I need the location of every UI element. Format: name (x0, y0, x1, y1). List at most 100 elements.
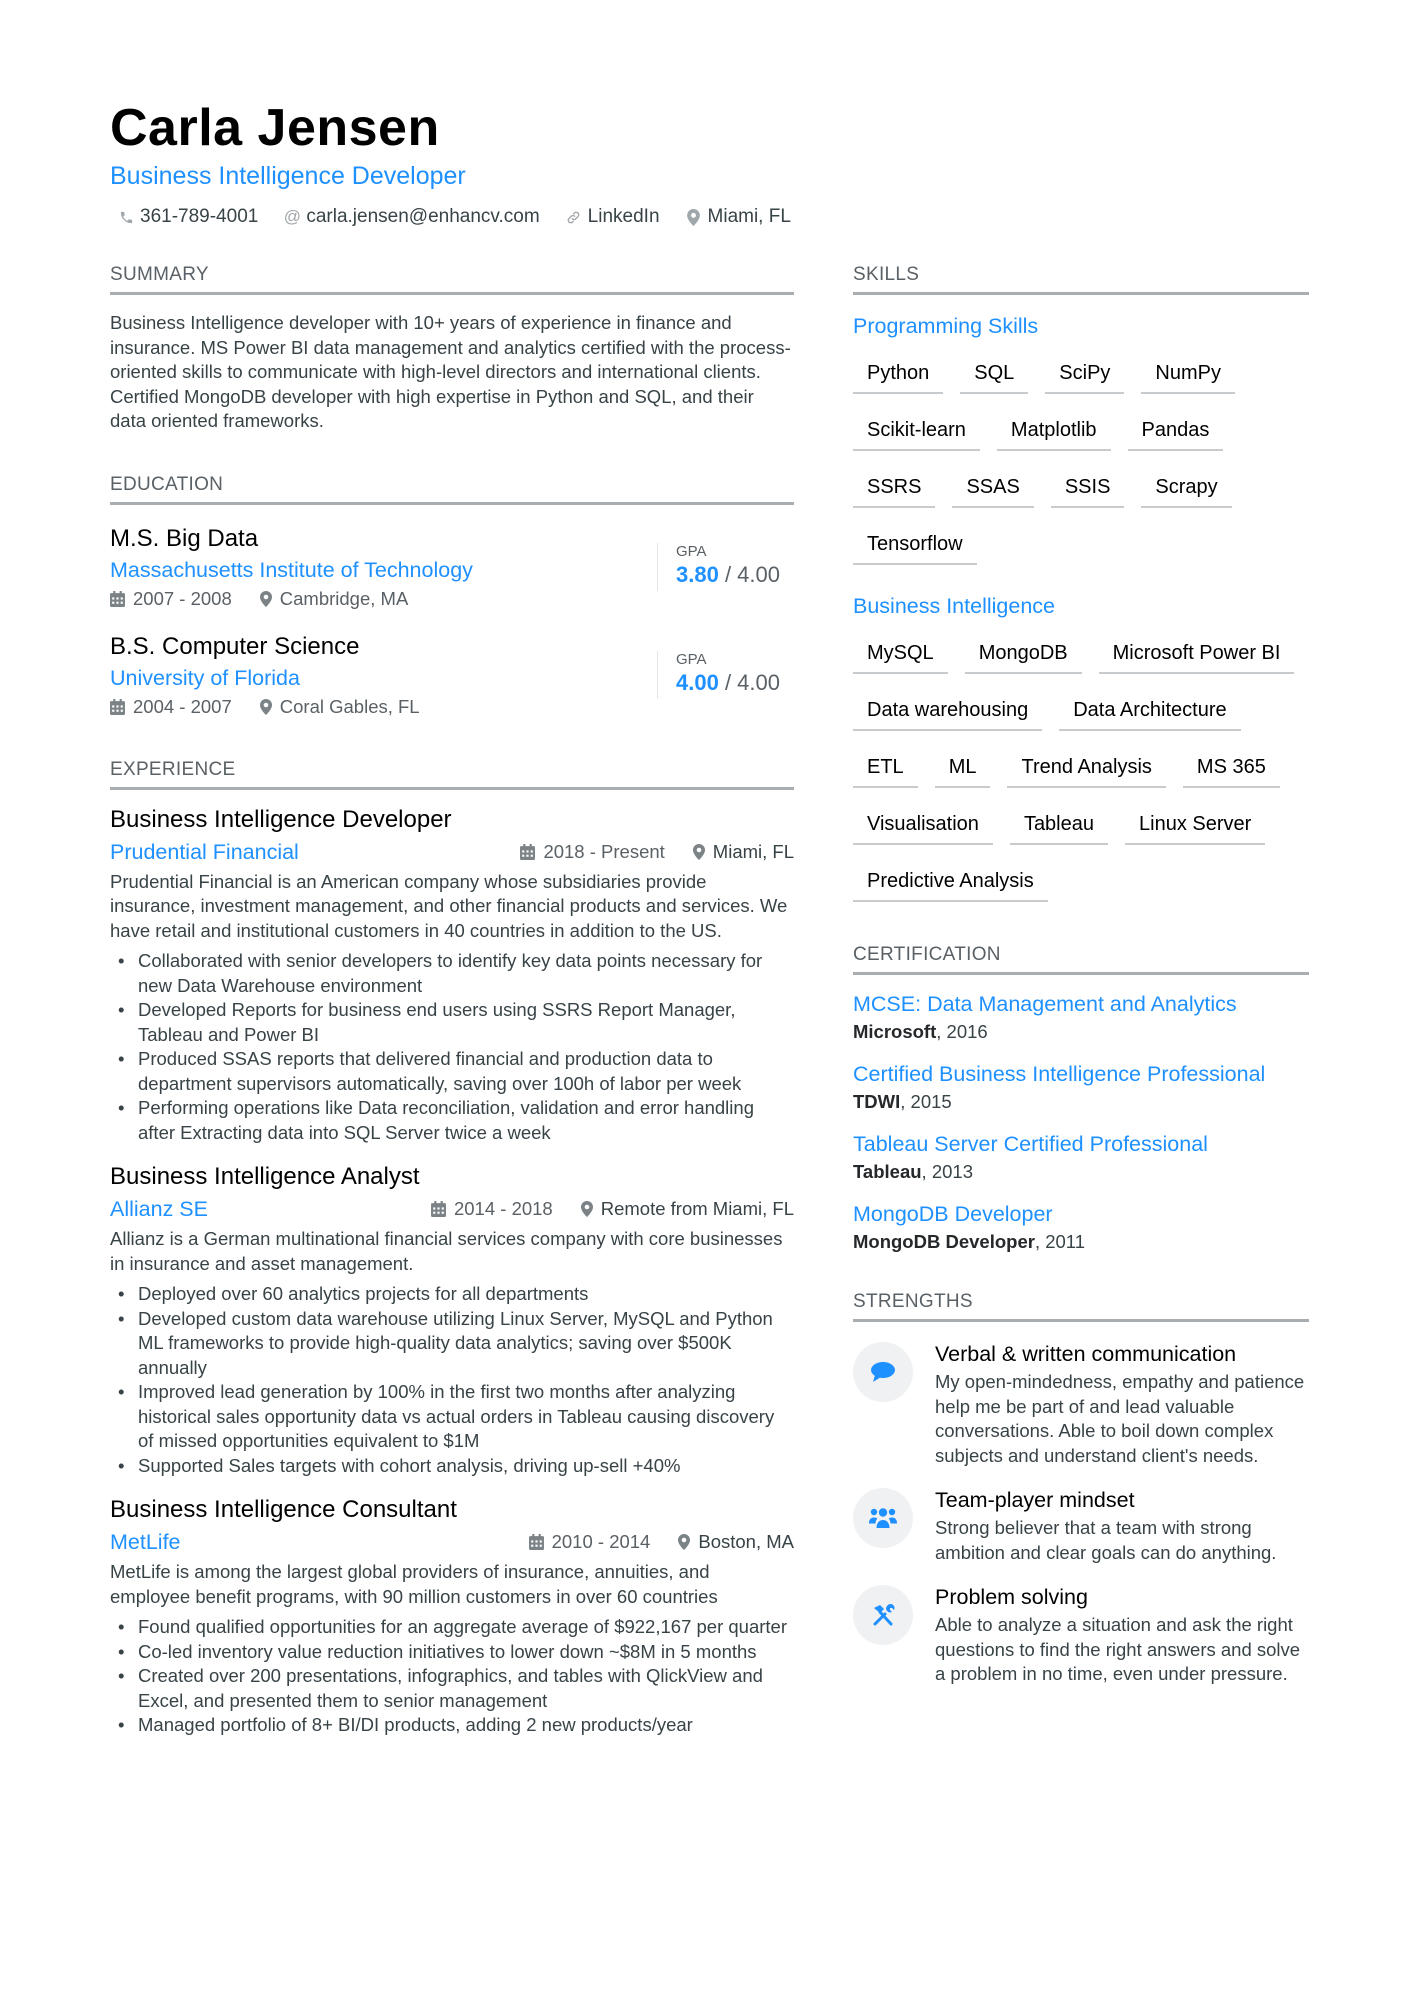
certification-item: Tableau Server Certified Professional Tab… (853, 1129, 1309, 1185)
experience-row: Prudential Financial 2018 - Present Miami,… (110, 836, 794, 868)
experience-section: EXPERIENCE Business Intelligence Develop… (110, 757, 794, 1738)
gpa-value: 4.00 / 4.00 (676, 669, 794, 697)
job-title: Business Intelligence Consultant (110, 1496, 457, 1523)
calendar-icon (110, 698, 125, 715)
section-divider (110, 501, 794, 505)
contact-phone-text: 361-789-4001 (140, 206, 259, 227)
experience-list: Business Intelligence Developer Prudentia… (110, 804, 794, 1738)
gpa-max: / 4.00 (718, 561, 780, 587)
experience-meta: 2010 - 2014 Boston, MA (528, 1531, 794, 1553)
location-icon (259, 698, 272, 715)
gpa-max: / 4.00 (718, 669, 780, 695)
certification-name: Tableau Server Certified Professional (853, 1132, 1208, 1156)
gpa-block: GPA 3.80 / 4.00 (657, 542, 794, 591)
calendar-icon (431, 1201, 446, 1217)
achievement-item: Produced SSAS reports that delivered fin… (110, 1047, 794, 1096)
skill-tag: MySQL (853, 639, 948, 674)
strength-description: Strong believer that a team with strong … (935, 1517, 1277, 1563)
skill-tag: MongoDB (964, 639, 1082, 674)
experience-row: MetLife 2010 - 2014 Boston, MA (110, 1526, 794, 1558)
skill-tag: Scikit-learn (853, 416, 980, 451)
education-dates: 2004 - 2007 (110, 693, 232, 721)
skill-tags: Python SQL SciPy NumPy Scikit-learn Matplotli… (853, 359, 1309, 565)
location-text: Boston, MA (698, 1531, 794, 1552)
skill-tag: SQL (960, 359, 1029, 394)
skill-tag: NumPy (1141, 359, 1235, 394)
skill-tag: SSIS (1050, 473, 1125, 508)
certification-section: CERTIFICATION MCSE: Data Management and … (853, 942, 1309, 1255)
education-section: EDUCATION M.S. Big Data Massachusetts In… (110, 472, 794, 721)
achievement-item: Performing operations like Data reconcil… (110, 1096, 794, 1145)
strength-title: Verbal & written communication (935, 1342, 1237, 1366)
achievement-item: Found qualified opportunities for an agg… (110, 1615, 794, 1640)
achievement-item: Deployed over 60 analytics projects for … (110, 1282, 794, 1307)
job-title: Business Intelligence Analyst (110, 1163, 420, 1190)
achievement-item: Co-led inventory value reduction initiat… (110, 1640, 794, 1665)
achievement-item: Managed portfolio of 8+ BI/DI products, … (110, 1713, 794, 1738)
location-icon (692, 843, 705, 860)
achievement-list: Deployed over 60 analytics projects for … (110, 1282, 794, 1478)
skill-tag: SSAS (952, 473, 1034, 508)
experience-dates: 2010 - 2014 (528, 1531, 651, 1553)
contact-list: 361-789-4001 @ carla.jensen@enhancv.com … (110, 206, 1310, 228)
summary-section: SUMMARY Business Intelligence developer … (110, 262, 794, 434)
gpa-label: GPA (676, 542, 707, 560)
experience-item: Business Intelligence Developer Prudentia… (110, 804, 794, 1146)
skills-section: SKILLS Programming Skills Python SQL SciPy N… (853, 262, 1309, 902)
experience-item: Business Intelligence Analyst Allianz SE 2… (110, 1161, 794, 1478)
strengths-list: Verbal & written communication My open-mi… (853, 1340, 1309, 1687)
certification-issuer: Tableau, 2013 (853, 1159, 1309, 1185)
summary-text: Business Intelligence developer with 10+… (110, 312, 791, 431)
skill-tag: Data warehousing (853, 696, 1043, 731)
location-text: Remote from Miami, FL (600, 1198, 794, 1219)
contact-linkedin[interactable]: LinkedIn (566, 206, 660, 228)
strength-item: Problem solving Able to analyze a situati… (853, 1583, 1309, 1687)
resume-page: Carla Jensen Business Intelligence Devel… (0, 0, 1410, 1995)
skill-tag: Python (853, 359, 944, 394)
experience-dates: 2018 - Present (520, 840, 665, 863)
skill-group-title: Programming Skills (853, 314, 1039, 338)
contact-location-text: Miami, FL (707, 206, 791, 227)
experience-location: Boston, MA (678, 1531, 794, 1553)
experience-meta: 2014 - 2018 Remote from Miami, FL (431, 1198, 794, 1220)
certification-list: MCSE: Data Management and Analytics Micro… (853, 989, 1309, 1255)
gpa-block: GPA 4.00 / 4.00 (657, 650, 794, 699)
location-icon (686, 208, 702, 226)
company-name: MetLife (110, 1530, 181, 1554)
speech-bubble-icon (853, 1342, 913, 1402)
dates-text: 2018 - Present (543, 840, 665, 862)
strength-description: Able to analyze a situation and ask the … (935, 1614, 1301, 1684)
skill-tag: Scrapy (1141, 473, 1232, 508)
location-icon (678, 1534, 691, 1550)
experience-item: Business Intelligence Consultant MetLife 2… (110, 1494, 794, 1738)
strength-body: Team-player mindset Strong believer that … (935, 1486, 1309, 1565)
strength-title: Team-player mindset (935, 1488, 1135, 1512)
achievement-item: Developed Reports for business end users… (110, 998, 794, 1047)
certification-year: , 2015 (900, 1091, 952, 1112)
company-name: Prudential Financial (110, 839, 299, 864)
job-title: Business Intelligence Developer (110, 805, 452, 833)
link-icon (566, 210, 582, 225)
dates-text: 2004 - 2007 (133, 695, 232, 717)
experience-row: Allianz SE 2014 - 2018 Remote from Miami, … (110, 1193, 794, 1225)
phone-icon (118, 210, 134, 225)
gpa-score: 3.80 (676, 561, 719, 587)
skill-tag: Trend Analysis (1007, 753, 1166, 788)
certification-issuer: TDWI, 2015 (853, 1089, 1309, 1115)
experience-heading: EXPERIENCE (110, 758, 236, 780)
location-text: Cambridge, MA (279, 587, 409, 609)
certification-item: MCSE: Data Management and Analytics Micro… (853, 989, 1309, 1045)
strength-description: My open-mindedness, empathy and patience… (935, 1371, 1305, 1466)
right-column: SKILLS Programming Skills Python SQL SciPy N… (853, 262, 1309, 1723)
certification-year: , 2016 (936, 1021, 988, 1042)
certification-name: MongoDB Developer (853, 1202, 1053, 1226)
contact-phone[interactable]: 361-789-4001 (118, 206, 258, 228)
achievement-item: Developed custom data warehouse utilizin… (110, 1307, 794, 1381)
education-heading: EDUCATION (110, 473, 224, 495)
contact-email[interactable]: @ carla.jensen@enhancv.com (284, 206, 540, 228)
issuer-name: Microsoft (853, 1021, 937, 1042)
strength-item: Team-player mindset Strong believer that … (853, 1486, 1309, 1565)
issuer-name: TDWI (853, 1091, 901, 1112)
certification-name: Certified Business Intelligence Professi… (853, 1062, 1266, 1086)
dates-text: 2010 - 2014 (551, 1531, 651, 1552)
